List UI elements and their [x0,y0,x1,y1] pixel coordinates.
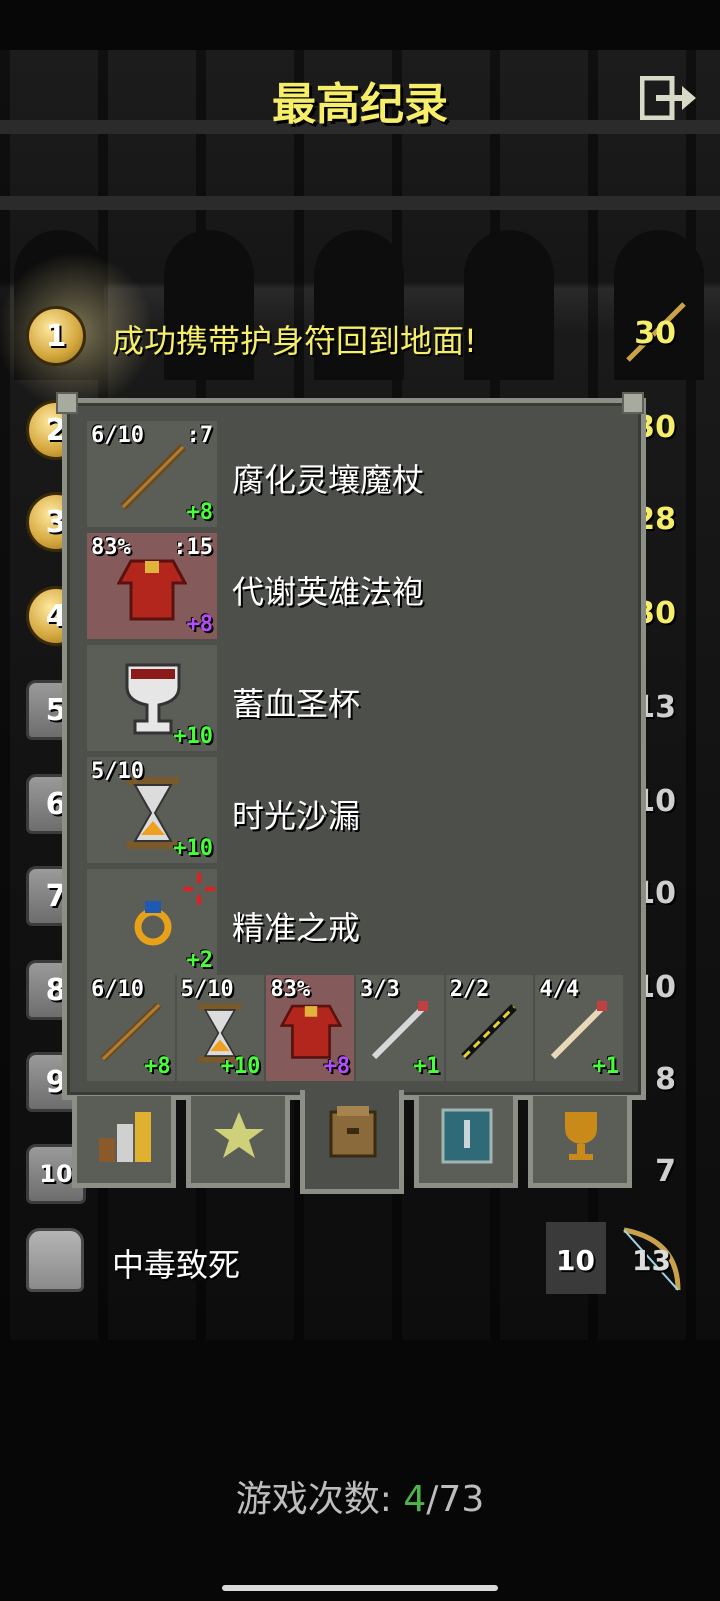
item-upgrade: +10 [173,836,213,861]
item-upgrade: +2 [186,948,214,973]
window-corner [622,392,644,414]
quickslot[interactable]: 6/10 +8 [87,975,175,1081]
item-quickslot-tag: :15 [173,535,213,560]
death-cause: 中毒致死 [112,1246,241,1284]
ranking-row[interactable]: 1 成功携带护身符回到地面! 30 [0,296,720,386]
quickslot-upgrade: +8 [144,1054,171,1079]
exit-icon[interactable] [640,76,698,120]
tombstone-icon [26,1228,84,1292]
rank-badge: 1 [26,306,86,366]
games-played: 游戏次数: 4/73 [0,1470,720,1522]
ranking-score: 7 [655,1154,676,1189]
robe-icon [117,559,187,621]
quickslot-top: 6/10 [91,977,144,1002]
quickslot-bar: 6/10 +8 5/10 +10 83% +8 3/3 +1 2/2 4/4 +… [87,975,624,1085]
quickslot-top: 83% [270,977,311,1002]
games-played-total: /73 [426,1479,485,1520]
quickslot-upgrade: +10 [220,1054,261,1079]
wall-band [0,196,720,210]
games-played-label: 游戏次数: [235,1479,392,1520]
home-indicator[interactable] [222,1585,498,1591]
stats-icon [99,1112,151,1162]
ranking-score: 30 [634,316,676,351]
tab-journal[interactable] [414,1096,518,1188]
last-score: 13 [632,1244,671,1277]
item-slot[interactable]: +2 [87,869,217,975]
quickslot-upgrade: +8 [323,1054,351,1079]
quickslot[interactable]: 5/10 +10 [176,975,265,1081]
item-quickslot-tag: :7 [186,423,214,448]
quickslot-top: 5/10 [180,977,234,1002]
item-row[interactable]: 5/10 +10 时光沙漏 [87,757,617,865]
item-row[interactable]: 83% :15 +8 代谢英雄法袍 [87,533,617,641]
page-title: 最高纪录 [272,79,448,130]
crosshair-icon [183,873,215,905]
quickslot-top: 4/4 [539,977,580,1002]
item-upgrade: +10 [173,724,213,749]
ranking-score: 8 [655,1062,676,1097]
quickslot[interactable]: 3/3 +1 [356,975,444,1081]
item-durability: 83% [91,535,131,560]
trophy-icon [565,1112,597,1160]
item-row[interactable]: +10 蓄血圣杯 [87,645,617,753]
quickslot[interactable]: 83% +8 [266,975,355,1081]
item-window: 6/10 :7 +8 腐化灵壤魔杖 83% :15 +8 代谢英雄法袍 +10 … [62,398,646,1100]
item-row[interactable]: +2 精准之戒 [87,869,617,977]
item-slot[interactable]: +10 [87,645,217,751]
item-upgrade: +8 [186,500,214,525]
tab-stats[interactable] [72,1096,176,1188]
item-slot[interactable]: 83% :15 +8 [87,533,217,639]
tab-backpack[interactable] [300,1090,404,1194]
badges-icon [214,1112,264,1158]
ring-icon [134,901,172,946]
item-slot[interactable]: 5/10 +10 [87,757,217,863]
games-played-current: 4 [403,1479,427,1520]
quickslot-top: 2/2 [449,977,490,1002]
tab-rankings[interactable] [528,1096,632,1188]
item-name: 时光沙漏 [232,797,361,835]
quickslot[interactable]: 4/4 +1 [535,975,624,1081]
quickslot-top: 3/3 [360,977,400,1002]
item-row[interactable]: 6/10 :7 +8 腐化灵壤魔杖 [87,421,617,529]
item-name: 精准之戒 [232,909,361,947]
item-slot[interactable]: 6/10 :7 +8 [87,421,217,527]
quickslot[interactable]: 2/2 [445,975,534,1081]
wand-icon [120,444,186,510]
window-corner [56,392,78,414]
backpack-icon [329,1106,377,1158]
journal-icon [441,1108,493,1164]
quickslot-upgrade: +1 [592,1054,620,1079]
striped-dart-icon [460,1004,517,1060]
robe-icon [280,1004,343,1059]
item-name: 代谢英雄法袍 [232,573,425,611]
tab-badges[interactable] [186,1096,290,1188]
item-charges: 5/10 [91,759,144,784]
item-charges: 6/10 [91,423,144,448]
ranking-description: 成功携带护身符回到地面! [112,322,477,360]
depth-value: 10 [556,1244,595,1277]
item-upgrade: +8 [186,612,214,637]
item-name: 蓄血圣杯 [232,685,361,723]
item-name: 腐化灵壤魔杖 [232,461,425,499]
quickslot-upgrade: +1 [413,1054,440,1079]
